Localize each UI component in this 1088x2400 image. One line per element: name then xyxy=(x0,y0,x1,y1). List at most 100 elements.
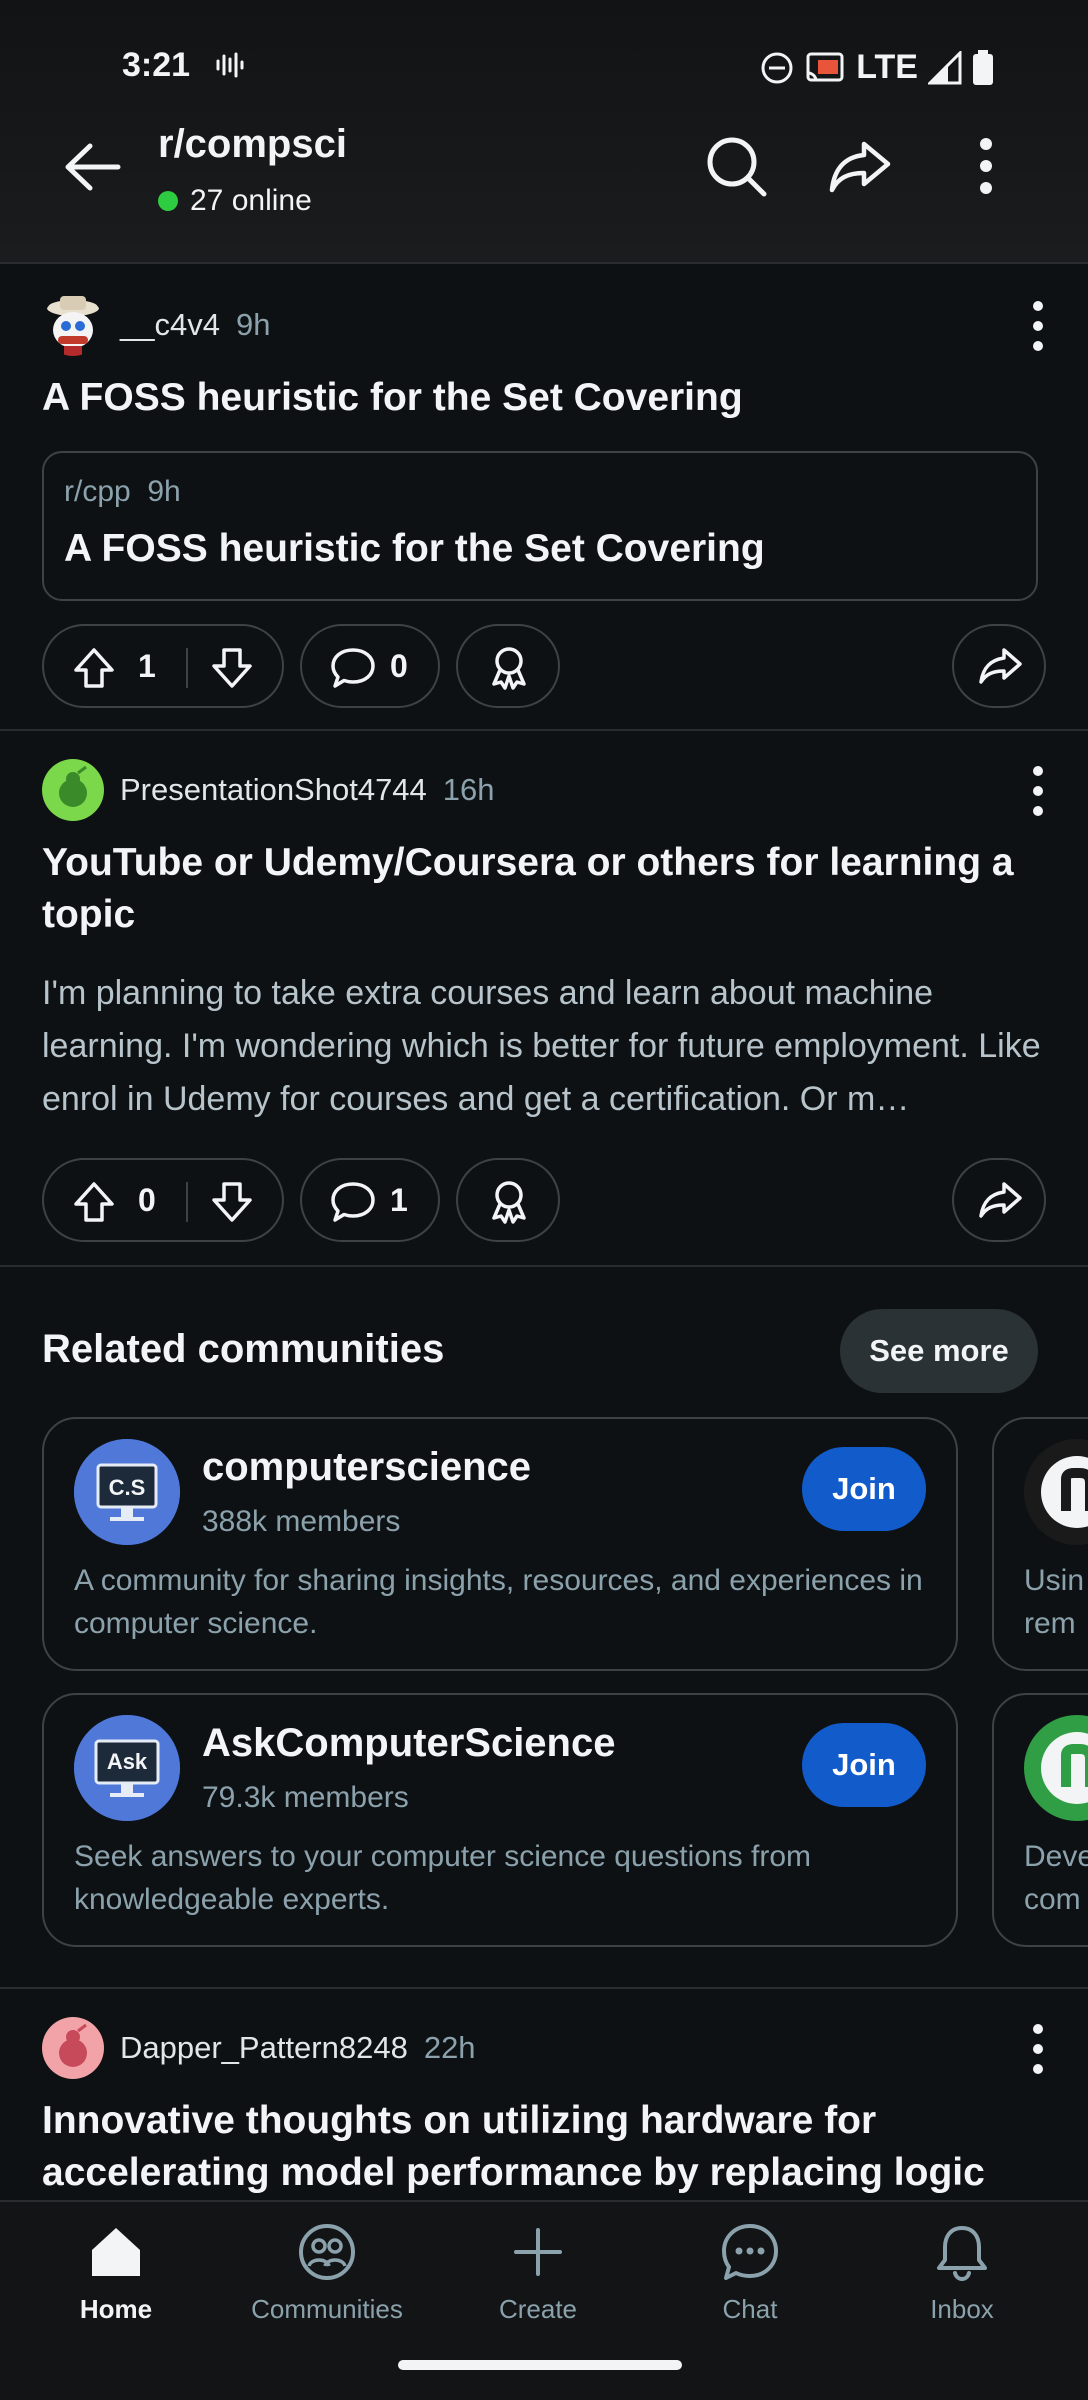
post-author[interactable]: __c4v4 xyxy=(120,307,220,343)
community-card-peek[interactable]: Usin rem xyxy=(992,1417,1088,1671)
status-time: 3:21 xyxy=(122,46,191,84)
community-icon xyxy=(1024,1439,1088,1545)
online-dot xyxy=(158,191,178,211)
crosspost-title[interactable]: A FOSS heuristic for the Set Covering xyxy=(64,527,765,571)
post-author[interactable]: PresentationShot4744 xyxy=(120,772,427,808)
post-card[interactable]: PresentationShot4744 16h YouTube or Udem… xyxy=(0,731,1088,1267)
post-meta: __c4v4 9h xyxy=(42,294,270,356)
crosspost-meta: r/cpp 9h xyxy=(64,475,181,509)
gesture-bar[interactable] xyxy=(398,2360,682,2370)
community-icon: C.S xyxy=(74,1439,180,1545)
join-button[interactable]: Join xyxy=(802,1447,926,1531)
crosspost-age: 9h xyxy=(147,475,181,508)
comments-button[interactable]: 1 xyxy=(300,1158,440,1242)
community-description: Usin rem xyxy=(1024,1564,1085,1640)
plus-icon xyxy=(514,2228,562,2276)
community-icon: Ask xyxy=(74,1715,180,1821)
nav-label: Create xyxy=(498,2294,578,2324)
nav-inbox[interactable]: Inbox xyxy=(862,2220,1062,2325)
post-more-icon[interactable] xyxy=(1018,761,1058,821)
post-card[interactable]: __c4v4 9h A FOSS heuristic for the Set C… xyxy=(0,266,1088,731)
award-button[interactable] xyxy=(456,1158,560,1242)
nav-chat[interactable]: Chat xyxy=(650,2220,850,2325)
downvote-icon[interactable] xyxy=(210,1180,254,1224)
share-button[interactable] xyxy=(952,1158,1046,1242)
post-card[interactable]: Dapper_Pattern8248 22h Innovative though… xyxy=(0,1989,1088,2200)
post-actions: 0 1 xyxy=(42,1158,1046,1242)
subreddit-name[interactable]: r/compsci xyxy=(158,122,347,167)
post-title[interactable]: Innovative thoughts on utilizing hardwar… xyxy=(42,2095,1042,2199)
post-age: 9h xyxy=(235,307,271,342)
communities-icon xyxy=(299,2224,355,2280)
top-app-bar: 3:21 LTE r/compsci 27 online xyxy=(0,0,1088,264)
bottom-navigation: Home Communities Create Chat Inbox xyxy=(0,2200,1088,2400)
award-icon xyxy=(492,1181,526,1224)
svg-text:C.S: C.S xyxy=(109,1475,146,1500)
post-more-icon[interactable] xyxy=(1018,2019,1058,2079)
vote-control: 0 xyxy=(42,1158,284,1242)
community-card-peek[interactable]: Deve com xyxy=(992,1693,1088,1947)
more-vert-icon[interactable] xyxy=(950,130,1022,202)
avatar[interactable] xyxy=(42,759,104,821)
vote-count: 0 xyxy=(138,1182,156,1218)
join-button[interactable]: Join xyxy=(802,1723,926,1807)
online-count: 27 online xyxy=(158,184,312,218)
signal-icon xyxy=(928,50,962,84)
vote-divider xyxy=(186,648,188,688)
nav-label: Chat xyxy=(722,2294,778,2324)
do-not-disturb-icon xyxy=(761,52,793,83)
community-name[interactable]: computerscience xyxy=(202,1445,531,1490)
upvote-icon[interactable] xyxy=(72,646,116,690)
crosspost-source[interactable]: r/cpp xyxy=(64,475,131,508)
battery-icon xyxy=(973,49,993,85)
vote-count: 1 xyxy=(138,648,156,684)
award-icon xyxy=(492,647,526,690)
post-title[interactable]: A FOSS heuristic for the Set Covering xyxy=(42,372,1042,424)
post-more-icon[interactable] xyxy=(1018,296,1058,356)
sound-wave-icon xyxy=(216,52,244,78)
nav-label: Communities xyxy=(251,2294,403,2324)
nav-label: Inbox xyxy=(930,2294,994,2324)
nav-home[interactable]: Home xyxy=(16,2220,216,2325)
community-name[interactable]: AskComputerScience xyxy=(202,1721,615,1766)
nav-label: Home xyxy=(79,2294,153,2324)
award-button[interactable] xyxy=(456,624,560,708)
share-icon xyxy=(979,648,1022,684)
network-type: LTE xyxy=(856,48,918,86)
nav-communities[interactable]: Communities xyxy=(227,2220,427,2325)
community-members: 79.3k members xyxy=(202,1781,409,1814)
comment-icon xyxy=(331,648,375,688)
chat-icon xyxy=(722,2224,778,2280)
community-members: 388k members xyxy=(202,1505,401,1538)
post-title[interactable]: YouTube or Udemy/Coursera or others for … xyxy=(42,837,1042,941)
search-icon[interactable] xyxy=(700,130,772,202)
post-age: 16h xyxy=(442,772,495,807)
community-card[interactable]: C.S computerscience 388k members Join A … xyxy=(42,1417,958,1671)
status-icons: LTE xyxy=(760,48,994,87)
online-label: 27 online xyxy=(190,184,312,217)
post-actions: 1 0 xyxy=(42,624,1046,708)
community-card[interactable]: Ask AskComputerScience 79.3k members Joi… xyxy=(42,1693,958,1947)
upvote-icon[interactable] xyxy=(72,1180,116,1224)
avatar[interactable] xyxy=(42,2017,104,2079)
downvote-icon[interactable] xyxy=(210,646,254,690)
share-icon[interactable] xyxy=(824,130,896,202)
post-body[interactable]: I'm planning to take extra courses and l… xyxy=(42,967,1052,1126)
cast-icon xyxy=(806,52,844,81)
community-description: Seek answers to your computer science qu… xyxy=(74,1840,812,1916)
see-more-button[interactable]: See more xyxy=(840,1309,1038,1393)
post-age: 22h xyxy=(423,2030,476,2065)
back-arrow-icon[interactable] xyxy=(58,132,128,202)
community-icon xyxy=(1024,1715,1088,1821)
comment-icon xyxy=(331,1182,375,1222)
crosspost-card[interactable]: r/cpp 9h A FOSS heuristic for the Set Co… xyxy=(42,451,1038,601)
bell-icon xyxy=(937,2226,987,2282)
share-button[interactable] xyxy=(952,624,1046,708)
community-description: Deve com xyxy=(1024,1840,1088,1916)
comments-button[interactable]: 0 xyxy=(300,624,440,708)
nav-create[interactable]: Create xyxy=(438,2220,638,2325)
post-author[interactable]: Dapper_Pattern8248 xyxy=(120,2030,408,2066)
community-description: A community for sharing insights, resour… xyxy=(74,1564,923,1640)
post-meta: PresentationShot4744 16h xyxy=(42,759,495,821)
avatar[interactable] xyxy=(42,294,104,356)
